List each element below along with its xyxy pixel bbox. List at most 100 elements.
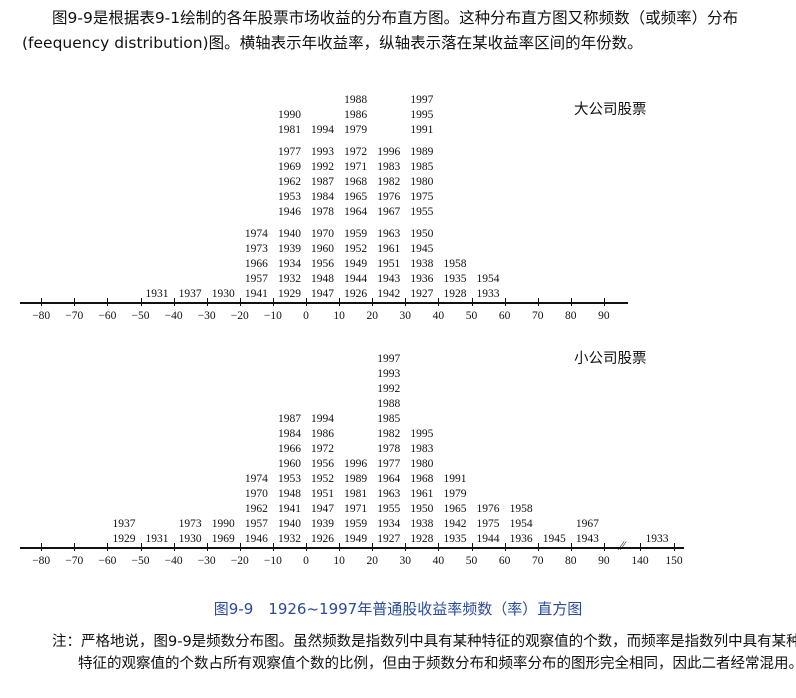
histogram-year-entry: 1953 — [277, 473, 301, 485]
histogram-year-entry: 1939 — [311, 518, 335, 530]
histogram-year-entry: 1984 — [277, 428, 301, 440]
histogram-year-entry: 1990 — [211, 518, 235, 530]
histogram-year-entry: 1937 — [112, 518, 136, 530]
histogram-year-entry: 1951 — [377, 258, 401, 270]
histogram-year-entry: 1985 — [377, 413, 401, 425]
histogram-year-entry: 1955 — [377, 503, 401, 515]
histogram-year-entry: 1966 — [277, 443, 301, 455]
histogram-year-entry: 1968 — [410, 473, 434, 485]
axis-tick-label: 30 — [399, 310, 412, 322]
histogram-year-entry: 1940 — [277, 228, 301, 240]
histogram-year-entry: 1970 — [311, 228, 335, 240]
histogram-year-entry: 1932 — [277, 273, 301, 285]
histogram-year-entry: 1994 — [311, 413, 335, 425]
axis-tick-label: −50 — [131, 555, 150, 567]
histogram-year-entry: 1980 — [410, 176, 434, 188]
histogram-year-entry: 1935 — [443, 533, 467, 545]
histogram-year-entry: 1959 — [344, 228, 368, 240]
histogram-year-entry: 1952 — [311, 473, 335, 485]
histogram-year-entry: 1945 — [410, 243, 434, 255]
histogram-year-entry: 1929 — [112, 533, 136, 545]
footnote: 注：严格地说，图9-9是频数分布图。虽然频数是指数列中具有某种特征的观察值的个数… — [52, 634, 796, 672]
histogram-year-entry: 1974 — [244, 473, 268, 485]
histogram-year-entry: 1976 — [476, 503, 500, 515]
histogram-year-entry: 1970 — [244, 488, 268, 500]
axis-tick-label: 20 — [366, 310, 378, 322]
histogram-year-entry: 1936 — [410, 273, 434, 285]
histogram-year-entry: 1946 — [277, 206, 301, 218]
histogram-year-entry: 1972 — [344, 146, 368, 158]
histogram-year-entry: 1928 — [410, 533, 434, 545]
histogram-year-entry: 1973 — [244, 243, 268, 255]
histogram-year-entry: 1934 — [377, 518, 401, 530]
histogram-year-entry: 1930 — [178, 533, 202, 545]
histogram-year-entry: 1974 — [244, 228, 268, 240]
axis-tick-mark — [41, 298, 43, 306]
axis-tick-label: 150 — [665, 555, 683, 567]
histogram-year-entry: 1984 — [311, 191, 335, 203]
histogram-year-entry: 1969 — [277, 161, 301, 173]
histogram-year-entry: 1946 — [244, 533, 268, 545]
histogram-year-entry: 1982 — [377, 428, 401, 440]
histogram-year-entry: 1926 — [344, 288, 368, 300]
axis-tick-mark — [570, 298, 572, 306]
axis-tick-mark — [674, 543, 675, 551]
histogram-year-entry: 1979 — [443, 488, 467, 500]
axis-tick-label: 80 — [565, 310, 577, 322]
histogram-year-entry: 1985 — [410, 161, 434, 173]
histogram-year-entry: 1942 — [443, 518, 467, 530]
histogram-year-entry: 1940 — [277, 518, 301, 530]
histogram-year-entry: 1977 — [377, 458, 401, 470]
histogram-year-entry: 1956 — [311, 258, 335, 270]
histogram-year-entry: 1993 — [377, 368, 401, 380]
histogram-year-entry: 1939 — [277, 243, 301, 255]
histogram-year-entry: 1954 — [476, 273, 500, 285]
large-cap-histogram: 大公司股票 −80 −70 −60 −50 −40 −30 −20 −10 0 10 20 30 40 5… — [0, 92, 796, 332]
axis-tick-label: −10 — [263, 310, 282, 322]
histogram-year-entry: 1994 — [311, 124, 335, 136]
axis-tick-label: −30 — [197, 310, 216, 322]
small-cap-title: 小公司股票 — [574, 351, 647, 367]
histogram-year-entry: 1977 — [277, 146, 301, 158]
histogram-year-entry: 1958 — [443, 258, 467, 270]
histogram-year-entry: 1963 — [377, 228, 401, 240]
axis-tick-label: −40 — [164, 310, 183, 322]
axis-tick-label: 0 — [303, 555, 309, 567]
axis-tick-label: 10 — [333, 310, 345, 322]
histogram-year-entry: 1989 — [410, 146, 434, 158]
histogram-year-entry: 1996 — [344, 458, 368, 470]
histogram-year-entry: 1930 — [211, 288, 235, 300]
histogram-year-entry: 1948 — [277, 488, 301, 500]
axis-tick-label: −10 — [263, 555, 282, 567]
histogram-year-entry: 1932 — [277, 533, 301, 545]
axis-tick-mark — [74, 298, 76, 306]
histogram-year-entry: 1997 — [410, 94, 434, 106]
histogram-year-entry: 1945 — [542, 533, 566, 545]
histogram-year-entry: 1949 — [344, 533, 368, 545]
histogram-year-entry: 1983 — [377, 161, 401, 173]
histogram-year-entry: 1975 — [410, 191, 434, 203]
histogram-year-entry: 1942 — [377, 288, 401, 300]
axis-tick-label: 60 — [498, 555, 511, 567]
histogram-year-entry: 1958 — [509, 503, 533, 515]
histogram-year-entry: 1941 — [244, 288, 268, 300]
histogram-year-entry: 1986 — [344, 109, 368, 121]
axis-tick-label: −70 — [65, 310, 84, 322]
axis-tick-label: 50 — [465, 310, 478, 322]
intro-paragraph: 图9-9是根据表9-1绘制的各年股票市场收益的分布直方图。这种分布直方图又称频数… — [22, 9, 739, 52]
histogram-year-entry: 1957 — [244, 518, 268, 530]
histogram-year-entry: 1938 — [410, 258, 434, 270]
axis-tick-label: 0 — [303, 310, 309, 322]
histogram-year-entry: 1965 — [443, 503, 467, 515]
histogram-year-entry: 1991 — [410, 124, 434, 136]
histogram-year-entry: 1962 — [244, 503, 268, 515]
axis-tick-label: 80 — [565, 555, 577, 567]
histogram-year-entry: 1926 — [311, 533, 335, 545]
histogram-year-entry: 1967 — [575, 518, 599, 530]
histogram-year-entry: 1927 — [377, 533, 401, 545]
histogram-year-entry: 1933 — [476, 288, 500, 300]
histogram-year-entry: 1965 — [344, 191, 368, 203]
histogram-year-entry: 1951 — [311, 488, 335, 500]
histogram-year-entry: 1961 — [377, 243, 401, 255]
large-cap-title: 大公司股票 — [574, 102, 647, 118]
